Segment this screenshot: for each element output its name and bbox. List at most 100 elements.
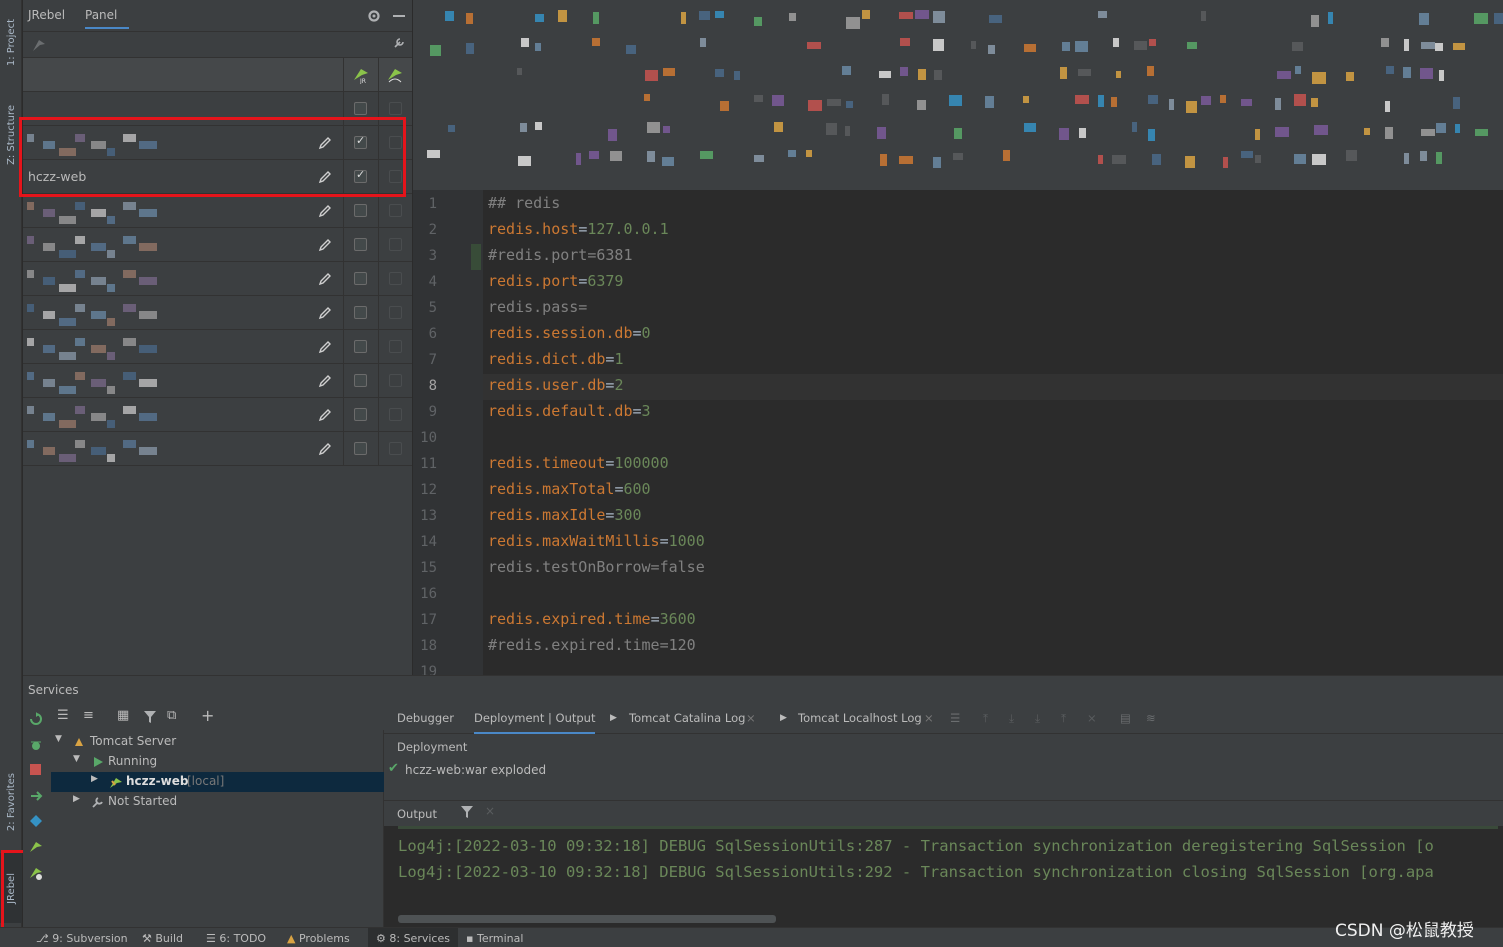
tree-running-group[interactable]: ▼ Running [51,752,384,772]
jrebel-update-icon[interactable] [31,37,47,53]
todo-tab[interactable]: ☰ 6: TODO [206,932,266,945]
wrench-icon[interactable] [393,37,405,49]
module-row[interactable] [23,296,412,330]
artifact-row[interactable]: ✔ hczz-web:war exploded [384,760,1503,780]
edit-pencil-icon[interactable] [317,305,333,321]
module-row[interactable] [23,364,412,398]
tab-debugger[interactable]: Debugger [397,711,454,725]
remote-enable-checkbox[interactable] [389,102,402,115]
edit-pencil-icon[interactable] [317,441,333,457]
module-row[interactable] [23,262,412,296]
jrebel-enable-checkbox[interactable] [354,442,367,455]
edit-pencil-icon[interactable] [317,203,333,219]
tab-panel[interactable]: Panel [85,8,129,29]
close-icon[interactable]: × [746,711,756,725]
terminal-tab[interactable]: ▪ Terminal [466,932,523,945]
edit-pencil-icon[interactable] [317,271,333,287]
problems-tab[interactable]: ▲ Problems [287,932,350,945]
jrebel-enable-checkbox[interactable] [354,306,367,319]
group-by-icon[interactable]: ▦ [117,708,129,723]
filter-icon[interactable] [461,806,473,818]
debug-icon[interactable] [29,738,43,752]
jrebel-enable-checkbox[interactable] [354,408,367,421]
module-row[interactable] [23,194,412,228]
obscured-pixel-block [520,123,527,132]
obscured-pixel-block [700,151,713,159]
edit-pencil-icon[interactable] [317,237,333,253]
services-tab[interactable]: ⚙ 8: Services [368,928,458,947]
module-row[interactable] [23,398,412,432]
filter-icon[interactable] [143,710,157,724]
upload-icon[interactable]: ⤒ [1061,711,1066,726]
obscured-pixel-block [806,150,812,157]
module-row[interactable] [23,432,412,466]
favorites-tool-tab[interactable]: 2: Favorites [0,760,22,845]
remote-enable-checkbox[interactable] [389,306,402,319]
expand-arrow-icon[interactable]: ▼ [73,754,80,764]
module-row[interactable] [23,330,412,364]
jrebel-enable-checkbox[interactable] [354,204,367,217]
new-tab-icon[interactable]: ⧉ [167,708,176,723]
gear-icon[interactable] [367,9,381,23]
expand-arrow-icon[interactable]: ▶ [73,794,80,804]
clear-icon[interactable]: ⨯ [1087,711,1097,725]
remote-enable-checkbox[interactable] [389,238,402,251]
edit-pencil-icon[interactable] [317,339,333,355]
add-service-icon[interactable]: + [201,706,214,725]
download-icon[interactable]: ⤓ [1009,711,1014,726]
tree-not-started[interactable]: ▶ Not Started [51,792,384,812]
remote-enable-checkbox[interactable] [389,204,402,217]
edit-pencil-icon[interactable] [317,373,333,389]
obscured-pixel-block [772,95,784,106]
jrebel-enable-checkbox[interactable] [354,374,367,387]
code-line: redis.maxIdle=300 [488,506,642,524]
module-row[interactable] [23,228,412,262]
obscured-pixel-block [1098,155,1103,164]
subversion-tab[interactable]: ⎇ 9: Subversion [36,932,128,945]
obscured-module-name [59,284,76,292]
jrebel-enable-checkbox[interactable] [354,238,367,251]
check-icon: ✔ [388,761,399,776]
rerun-icon[interactable] [29,712,43,726]
expand-arrow-icon[interactable]: ▼ [55,734,62,744]
jrebel-debug-icon[interactable] [29,866,43,880]
jrebel-enable-checkbox[interactable] [354,272,367,285]
download-icon[interactable]: ⤓ [1035,711,1040,726]
obscured-pixel-block [1060,67,1067,79]
remote-enable-checkbox[interactable] [389,340,402,353]
close-icon[interactable]: × [924,711,934,725]
deploy-icon[interactable] [29,814,43,828]
update-app-icon[interactable] [29,789,43,803]
tab-deployment-output[interactable]: Deployment | Output [474,711,596,734]
jrebel-run-icon[interactable] [29,840,43,854]
close-icon[interactable]: × [485,804,495,818]
scroll-icon[interactable]: ⤒ [983,711,988,726]
tab-jrebel[interactable]: JRebel [28,8,65,22]
project-tool-tab[interactable]: 1: Project [0,8,22,78]
code-editor[interactable]: 1 2 3 4 5 6 7 8 9 10 11 12 13 14 15 16 17 18 19 ## redis re… [413,190,1503,680]
horizontal-scrollbar[interactable] [398,915,776,923]
remote-enable-checkbox[interactable] [389,442,402,455]
menu-icon[interactable]: ☰ [950,711,960,725]
obscured-pixel-block [985,96,994,108]
edit-pencil-icon[interactable] [317,407,333,423]
remote-enable-checkbox[interactable] [389,408,402,421]
collapse-all-icon[interactable]: ≡ [83,708,94,723]
tab-localhost-log[interactable]: Tomcat Localhost Log [798,711,922,725]
settings-icon[interactable]: ≋ [1146,711,1156,725]
table-icon[interactable]: ▤ [1120,711,1131,725]
expand-all-icon[interactable]: ☰ [57,708,69,723]
expand-arrow-icon[interactable]: ▶ [91,774,98,784]
stop-icon[interactable] [30,764,42,776]
output-console[interactable]: Log4j:[2022-03-10 09:32:18] DEBUG SqlSes… [384,826,1503,928]
obscured-pixel-block [1419,13,1429,25]
remote-enable-checkbox[interactable] [389,374,402,387]
jrebel-enable-checkbox[interactable] [354,340,367,353]
tree-hczz-web[interactable]: ▶ hczz-web [local] [51,772,384,792]
build-tab[interactable]: ⚒ Build [142,932,183,945]
remote-enable-checkbox[interactable] [389,272,402,285]
tab-catalina-log[interactable]: Tomcat Catalina Log [629,711,745,725]
minimize-icon[interactable] [393,15,405,18]
tree-tomcat-server[interactable]: ▼ Tomcat Server [51,732,384,752]
jrebel-enable-checkbox[interactable] [354,102,367,115]
